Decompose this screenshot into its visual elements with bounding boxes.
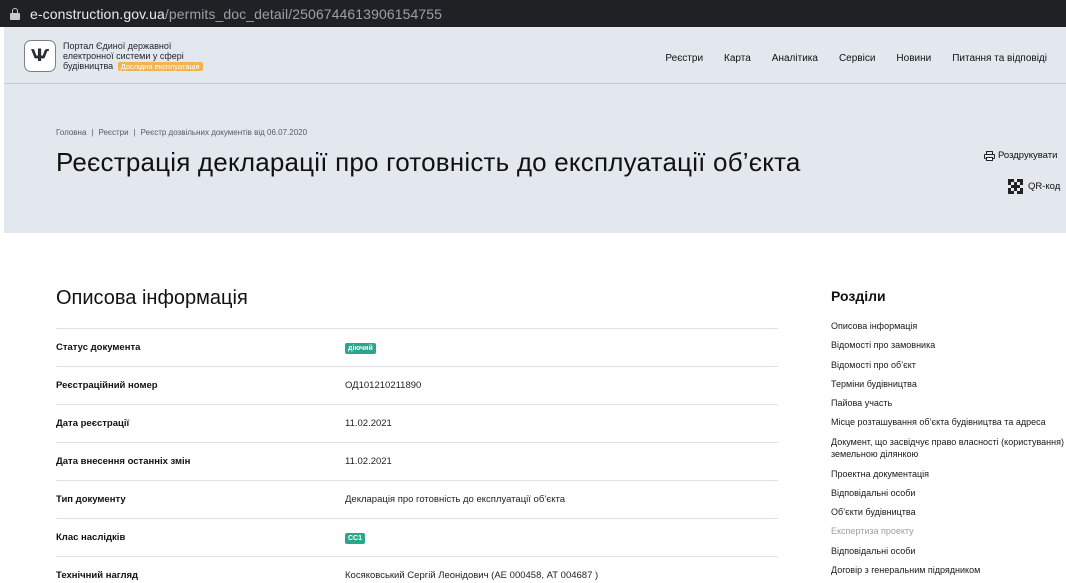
row-value: СС1 bbox=[345, 532, 366, 544]
qr-code-button[interactable]: QR-код bbox=[1008, 179, 1060, 194]
nav-news[interactable]: Новини bbox=[896, 53, 931, 64]
portal-title[interactable]: Портал Єдиної державної електронної сист… bbox=[63, 41, 223, 71]
nav-registries[interactable]: Реєстри bbox=[665, 53, 703, 64]
status-badge: діючий bbox=[345, 342, 376, 354]
sidebar-item-responsible-2[interactable]: Відповідальні особи bbox=[831, 545, 1066, 558]
row-label: Статус документа bbox=[56, 342, 141, 353]
printer-icon bbox=[984, 150, 995, 161]
nav-services[interactable]: Сервіси bbox=[839, 53, 875, 64]
main-nav: Реєстри Карта Аналітика Сервіси Новини П… bbox=[644, 53, 1047, 64]
table-row: Тип документу Декларація про готовність … bbox=[56, 480, 778, 518]
section-title: Описова інформація bbox=[56, 287, 248, 309]
row-value: діючий bbox=[345, 342, 376, 354]
sidebar-item-customer[interactable]: Відомості про замовника bbox=[831, 339, 1066, 352]
breadcrumb-separator: | bbox=[91, 128, 94, 137]
print-button[interactable]: Роздрукувати bbox=[984, 150, 1057, 161]
nav-faq[interactable]: Питання та відповіді bbox=[952, 53, 1047, 64]
row-label: Тип документу bbox=[56, 494, 126, 505]
trident-icon: Ѱ bbox=[30, 46, 50, 66]
row-label: Дата внесення останніх змін bbox=[56, 456, 191, 467]
sidebar-item-contractor[interactable]: Договір з генеральним підрядником bbox=[831, 564, 1066, 577]
sidebar-item-responsible[interactable]: Відповідальні особи bbox=[831, 487, 1066, 500]
row-label: Клас наслідків bbox=[56, 532, 126, 543]
page-hero: Головна | Реєстри | Реєстр дозвільних до… bbox=[4, 84, 1066, 233]
sidebar-item-land-rights[interactable]: Документ, що засвідчує право власності (… bbox=[831, 436, 1066, 461]
row-value: ОД101210211890 bbox=[345, 380, 422, 391]
nav-analytics[interactable]: Аналітика bbox=[772, 53, 818, 64]
table-row: Реєстраційний номер ОД101210211890 bbox=[56, 366, 778, 404]
table-row: Клас наслідків СС1 bbox=[56, 518, 778, 556]
qr-code-icon bbox=[1008, 179, 1023, 194]
info-table: Статус документа діючий Реєстраційний но… bbox=[56, 328, 778, 583]
row-label: Технічний нагляд bbox=[56, 570, 139, 581]
url-path: /permits_doc_detail/2506744613906154755 bbox=[164, 5, 443, 22]
nav-map[interactable]: Карта bbox=[724, 53, 751, 64]
breadcrumb-home[interactable]: Головна bbox=[56, 128, 86, 137]
table-row: Дата реєстрації 11.02.2021 bbox=[56, 404, 778, 442]
sidebar-item-description[interactable]: Описова інформація bbox=[831, 320, 1066, 333]
sidebar-item-equity[interactable]: Пайова участь bbox=[831, 397, 1066, 410]
breadcrumb: Головна | Реєстри | Реєстр дозвільних до… bbox=[56, 128, 307, 137]
sidebar-title: Розділи bbox=[831, 288, 886, 304]
row-value: 11.02.2021 bbox=[345, 456, 392, 467]
sections-nav: Описова інформація Відомості про замовни… bbox=[831, 320, 1066, 583]
url-domain: e-construction.gov.ua bbox=[30, 5, 165, 22]
breadcrumb-separator: | bbox=[133, 128, 136, 137]
row-label: Дата реєстрації bbox=[56, 418, 130, 429]
class-badge: СС1 bbox=[345, 532, 366, 544]
table-row: Дата внесення останніх змін 11.02.2021 bbox=[56, 442, 778, 480]
sidebar-item-expertise: Експертиза проекту bbox=[831, 526, 914, 537]
row-value: 11.02.2021 bbox=[345, 418, 392, 429]
sidebar-item-location[interactable]: Місце розташування об’єкта будівництва т… bbox=[831, 416, 1066, 429]
browser-address-bar[interactable]: e-construction.gov.ua/permits_doc_detail… bbox=[0, 0, 1066, 27]
row-label: Реєстраційний номер bbox=[56, 380, 158, 391]
table-row: Статус документа діючий bbox=[56, 328, 778, 366]
row-value: Декларація про готовність до експлуатаці… bbox=[345, 494, 566, 505]
beta-badge: Дослідна експлуатація bbox=[117, 62, 203, 71]
breadcrumb-registries[interactable]: Реєстри bbox=[98, 128, 128, 137]
sidebar-item-project-docs[interactable]: Проектна документація bbox=[831, 468, 1066, 481]
qr-label: QR-код bbox=[1028, 181, 1061, 192]
sidebar-item-objects[interactable]: Об’єкти будівництва bbox=[831, 506, 1066, 519]
sidebar-item-construction-terms[interactable]: Терміни будівництва bbox=[831, 378, 1066, 391]
breadcrumb-current[interactable]: Реєстр дозвільних документів від 06.07.2… bbox=[141, 128, 307, 137]
site-header: Ѱ Портал Єдиної державної електронної си… bbox=[4, 27, 1066, 84]
sidebar-item-object-info[interactable]: Відомості про об’єкт bbox=[831, 359, 1066, 372]
lock-icon bbox=[10, 7, 20, 20]
print-label: Роздрукувати bbox=[998, 150, 1058, 161]
url-text[interactable]: e-construction.gov.ua/permits_doc_detail… bbox=[30, 6, 442, 22]
coat-of-arms-logo[interactable]: Ѱ bbox=[24, 40, 56, 72]
table-row: Технічний нагляд Косяковський Сергій Лео… bbox=[56, 556, 778, 583]
page-title: Реєстрація декларації про готовність до … bbox=[56, 147, 801, 177]
row-value: Косяковський Сергій Леонідович (АЕ 00045… bbox=[345, 570, 599, 581]
